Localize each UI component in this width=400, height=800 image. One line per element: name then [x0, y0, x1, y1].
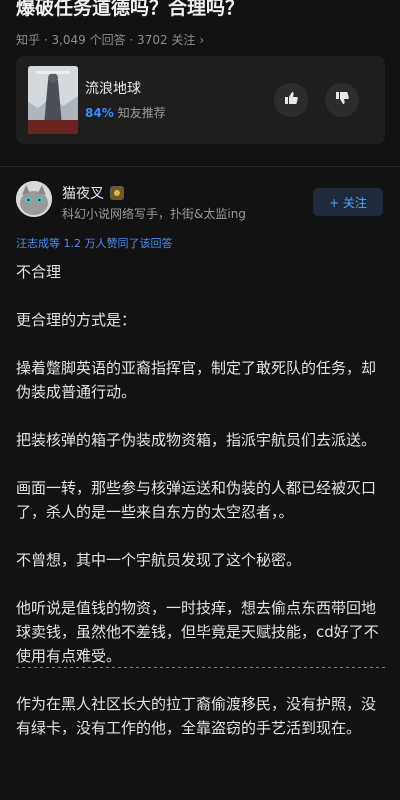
- avatar[interactable]: [16, 181, 52, 217]
- answer-body: 不合理 更合理的方式是： 操着蹩脚英语的亚裔指挥官，制定了敢死队的任务，却伪装成…: [16, 260, 388, 764]
- movie-card[interactable]: 流浪地球 84% 知友推荐: [16, 56, 385, 144]
- author-bio: 科幻小说网络写手，扑街&太监ing: [62, 207, 246, 221]
- thumbs-down-icon: [334, 90, 350, 110]
- question-meta[interactable]: 知乎 · 3,049 个回答 · 3702 关注 ›: [16, 31, 204, 48]
- section-divider: [0, 166, 400, 167]
- answer-paragraph-highlighted[interactable]: 他听说是值钱的物资，一时技痒，想去偷点东西带回地球卖钱，虽然他不差钱，但毕竟是天…: [16, 596, 388, 668]
- upvote-button[interactable]: [274, 83, 308, 117]
- movie-rating: 84% 知友推荐: [85, 104, 166, 121]
- author-name[interactable]: 猫夜叉: [62, 183, 124, 203]
- chevron-right-icon: ›: [199, 33, 205, 47]
- endorsement-text[interactable]: 汪志成等 1.2 万人赞同了该回答: [16, 235, 173, 251]
- creator-badge-icon: [110, 186, 124, 200]
- recommend-label: 知友推荐: [117, 106, 166, 120]
- author-name-text: 猫夜叉: [62, 186, 104, 202]
- downvote-button[interactable]: [325, 83, 359, 117]
- answer-paragraph: 操着蹩脚英语的亚裔指挥官，制定了敢死队的任务，却伪装成普通行动。: [16, 359, 377, 401]
- answer-paragraph: 作为在黑人社区长大的拉丁裔偷渡移民，没有护照，没有绿卡，没有工作的他，全靠盗窃的…: [16, 695, 377, 737]
- answer-paragraph: 不曾想，其中一个宇航员发现了这个秘密。: [16, 551, 302, 569]
- answer-paragraph: 把装核弹的箱子伪装成物资箱，指派宇航员们去派送。: [16, 431, 377, 449]
- movie-poster: [28, 66, 78, 134]
- answer-paragraph: 更合理的方式是：: [16, 311, 137, 329]
- answer-paragraph: 不合理: [16, 263, 62, 281]
- answer-paragraph: 画面一转，那些参与核弹运送和伪装的人都已经被灭口了，杀人的是一些来自东方的太空忍…: [16, 479, 377, 521]
- recommend-percent: 84%: [85, 106, 114, 120]
- thumbs-up-icon: [283, 90, 299, 110]
- movie-title: 流浪地球: [85, 81, 141, 97]
- follow-button[interactable]: + 关注: [313, 188, 383, 216]
- question-title[interactable]: 爆破任务道德吗？合理吗？: [16, 0, 244, 20]
- question-stats: 知乎 · 3,049 个回答 · 3702 关注: [16, 33, 196, 47]
